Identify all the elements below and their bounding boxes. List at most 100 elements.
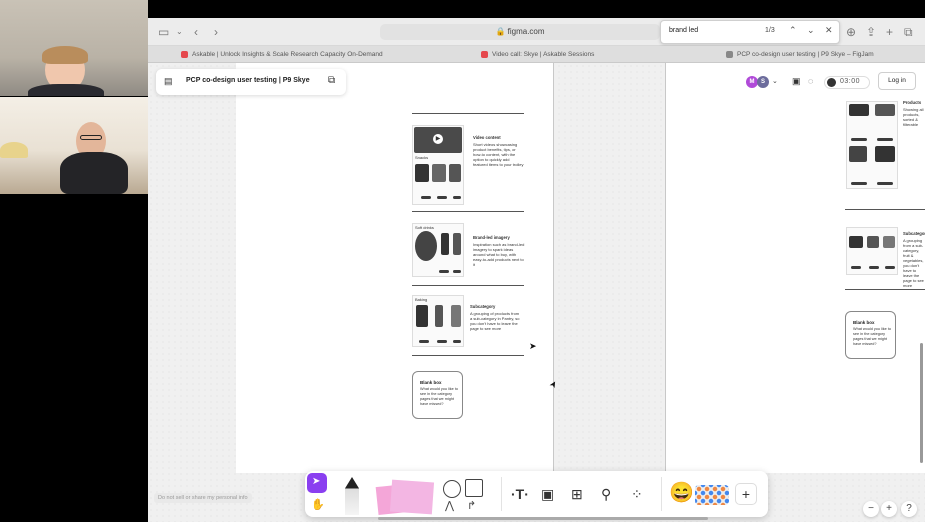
askable-favicon-icon (181, 51, 188, 58)
tab-label: Askable | Unlock Insights & Scale Resear… (192, 51, 383, 58)
add-pill (453, 340, 461, 343)
zoom-out-button[interactable]: − (863, 501, 879, 517)
blank-box-left[interactable]: Blank box What would you like to see in … (412, 371, 463, 419)
login-button[interactable]: Log in (878, 72, 916, 90)
add-pill (439, 270, 449, 273)
section-note: Brand-led imagery Inspiration such as br… (473, 235, 525, 267)
emoji-stickers-icon[interactable]: 😄 (669, 481, 694, 505)
timer-text: 03:00 (840, 78, 861, 85)
address-bar[interactable]: 🔒 figma.com (380, 24, 660, 40)
horizontal-scrollbar[interactable] (378, 517, 708, 520)
section-note: Video content Short videos showcasing pr… (473, 135, 525, 167)
vertical-scrollbar[interactable] (920, 343, 923, 463)
share-icon[interactable]: ⇪ (866, 25, 876, 39)
brand-led-mockup: Soft drinks (412, 223, 464, 277)
glasses (80, 135, 102, 140)
section-body: Showing all products, sorted & filterabl… (903, 107, 924, 127)
product-tile (435, 305, 443, 327)
help-button[interactable]: ? (901, 501, 917, 517)
section-divider (412, 285, 524, 286)
blank-box-body: What would you like to see in the catego… (420, 387, 458, 406)
section-heading: Subcategory (470, 304, 496, 309)
menu-icon[interactable]: ▤ (164, 76, 173, 87)
section-heading: Brand-led imagery (473, 235, 510, 240)
section-heading: Products (903, 100, 922, 105)
chevron-down-icon[interactable]: ⌄ (772, 77, 778, 85)
zoom-in-button[interactable]: + (881, 501, 897, 517)
product-tile (849, 146, 867, 162)
figjam-canvas[interactable]: ▤ PCP co-design user testing | P9 Skye ⧉… (148, 63, 925, 522)
back-icon[interactable]: ‹ (194, 25, 198, 39)
shapes-tool[interactable]: ⋀ ↱ (443, 477, 487, 513)
tab-video-call[interactable]: Video call: Skye | Askable Sessions (478, 46, 658, 63)
timer-icon (827, 78, 836, 87)
connector-icon: ↱ (467, 500, 477, 512)
new-tab-icon[interactable]: + (886, 25, 893, 39)
download-icon[interactable]: ⊕ (846, 25, 856, 39)
section-note: Subcategory A grouping from a sub-catego… (903, 231, 925, 288)
sidebar-toggle-icon[interactable]: ▭ (158, 25, 169, 39)
section-note: Products Showing all products, sorted & … (903, 100, 925, 127)
stamp-tool-icon[interactable]: ⚲ (601, 486, 611, 502)
find-close-icon[interactable]: ✕ (825, 25, 833, 36)
sticky-note (389, 479, 435, 515)
marker-tool[interactable] (345, 477, 359, 515)
product-tile (432, 164, 446, 182)
find-prev-icon[interactable]: ⌃ (789, 25, 797, 36)
chevron-down-icon[interactable]: ⌄ (176, 25, 183, 39)
sticky-notes-tool[interactable] (375, 479, 435, 516)
section-heading: Subcategory (903, 231, 925, 236)
section-body: Short videos showcasing product benefits… (473, 142, 524, 167)
blank-box-heading: Blank box (420, 380, 442, 385)
blank-box-right[interactable]: Blank box What would you like to see in … (845, 311, 896, 359)
find-bar[interactable]: brand led 1/3 ⌃ ⌄ ✕ (660, 20, 840, 44)
privacy-link[interactable]: Do not sell or share my personal info (154, 493, 252, 503)
add-pill (421, 196, 431, 199)
pages-icon[interactable]: ⧉ (328, 75, 335, 86)
tab-figjam[interactable]: PCP co-design user testing | P9 Skye – F… (723, 46, 923, 63)
tab-label: PCP co-design user testing | P9 Skye – F… (737, 51, 874, 58)
find-query[interactable]: brand led (669, 27, 698, 34)
add-pill (419, 340, 429, 343)
more-tools-icon[interactable]: ⁘ (631, 486, 643, 502)
avatar-s[interactable]: S (757, 76, 769, 88)
select-arrow-icon: ➤ (312, 476, 321, 487)
board-divider (665, 63, 666, 473)
hand-tool-icon[interactable]: ✋ (311, 497, 325, 513)
section-divider (412, 113, 524, 114)
video-tile-participant-2 (0, 97, 148, 194)
table-tool-icon[interactable]: ⊞ (571, 486, 583, 502)
participant-2-body (60, 152, 128, 194)
file-header[interactable]: ▤ PCP co-design user testing | P9 Skye ⧉ (156, 69, 346, 95)
product-tile (867, 236, 879, 248)
forward-icon[interactable]: › (214, 25, 218, 39)
browser-toolbar: ▭ ⌄ ‹ › 🔒 figma.com brand led 1/3 ⌃ ⌄ ✕ … (148, 18, 925, 46)
file-title[interactable]: PCP co-design user testing | P9 Skye (186, 77, 310, 84)
comment-icon[interactable]: ◌ (808, 76, 813, 86)
section-divider (412, 211, 524, 212)
product-tile (453, 233, 461, 255)
section-body: Inspiration such as brand-led imagery to… (473, 242, 525, 267)
find-next-icon[interactable]: ⌄ (807, 25, 815, 36)
section-tool-icon[interactable]: ▣ (541, 486, 554, 502)
section-divider (845, 209, 925, 210)
stickers-palette-icon[interactable] (695, 485, 729, 505)
add-plus-button[interactable]: + (735, 483, 757, 505)
lamp (0, 142, 28, 158)
circle-shape-icon (443, 480, 461, 498)
triangle-shape-icon: ⋀ (445, 500, 455, 512)
find-count: 1/3 (765, 27, 775, 34)
add-pill (877, 138, 893, 141)
select-tool[interactable]: ➤ (307, 473, 327, 493)
mockup-label: Baking (415, 297, 428, 302)
text-tool-icon[interactable]: ·T· (511, 486, 529, 502)
product-tile (415, 164, 429, 182)
mockup-label: Snacks (415, 155, 429, 160)
participant-1-body (28, 84, 104, 96)
tab-overview-icon[interactable]: ⧉ (904, 25, 913, 39)
add-pill (437, 340, 447, 343)
tab-askable[interactable]: Askable | Unlock Insights & Scale Resear… (178, 46, 398, 63)
product-tile (449, 164, 461, 182)
layout-icon[interactable]: ▣ (792, 76, 801, 87)
url-text: figma.com (507, 27, 545, 36)
